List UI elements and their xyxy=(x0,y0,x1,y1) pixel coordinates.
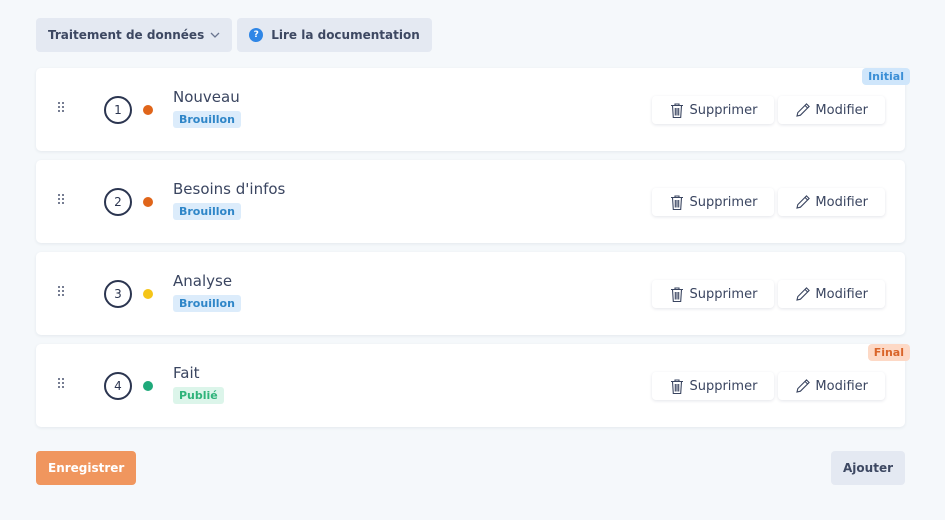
state-actions: Supprimer Modifier xyxy=(652,280,885,308)
state-actions: Supprimer Modifier xyxy=(652,96,885,124)
delete-button[interactable]: Supprimer xyxy=(652,188,775,216)
trash-icon xyxy=(671,286,684,302)
edit-button[interactable]: Modifier xyxy=(778,280,885,308)
pencil-icon xyxy=(796,195,811,209)
chevron-down-icon xyxy=(210,32,220,38)
add-button[interactable]: Ajouter xyxy=(831,451,905,485)
data-processing-dropdown[interactable]: Traitement de données xyxy=(36,18,233,52)
state-number: 4 xyxy=(104,372,132,400)
pencil-icon xyxy=(796,103,811,117)
state-name: Fait xyxy=(173,364,200,382)
drag-handle-icon[interactable] xyxy=(58,286,66,296)
status-badge: Brouillon xyxy=(173,295,241,312)
status-badge: Brouillon xyxy=(173,203,241,220)
state-actions: Supprimer Modifier xyxy=(652,188,885,216)
state-number: 2 xyxy=(104,188,132,216)
state-number: 1 xyxy=(104,96,132,124)
help-icon: ? xyxy=(249,28,264,42)
drag-handle-icon[interactable] xyxy=(58,102,66,112)
state-color-dot xyxy=(143,197,153,207)
edit-label: Modifier xyxy=(815,378,868,394)
drag-handle-icon[interactable] xyxy=(58,378,66,388)
trash-icon xyxy=(671,378,684,394)
edit-label: Modifier xyxy=(815,286,868,302)
state-color-dot xyxy=(143,105,153,115)
state-color-dot xyxy=(143,289,153,299)
state-name: Besoins d'infos xyxy=(173,180,286,198)
save-button[interactable]: Enregistrer xyxy=(36,451,137,485)
read-docs-button[interactable]: ? Lire la documentation xyxy=(237,18,432,52)
delete-button[interactable]: Supprimer xyxy=(652,280,775,308)
state-card: 4 Fait Publié Final Supprimer Modifier xyxy=(36,344,910,427)
state-name: Analyse xyxy=(173,272,233,290)
state-actions: Supprimer Modifier xyxy=(652,372,885,400)
data-processing-label: Traitement de données xyxy=(48,28,205,42)
state-number: 3 xyxy=(104,280,132,308)
pencil-icon xyxy=(796,287,811,301)
drag-handle-icon[interactable] xyxy=(58,194,66,204)
trash-icon xyxy=(671,102,684,118)
edit-label: Modifier xyxy=(815,194,868,210)
state-card: 1 Nouveau Brouillon Initial Supprimer Mo… xyxy=(36,68,910,151)
delete-button[interactable]: Supprimer xyxy=(652,372,775,400)
status-badge: Publié xyxy=(173,387,224,404)
delete-label: Supprimer xyxy=(689,102,758,118)
toolbar: Traitement de données ? Lire la document… xyxy=(36,18,432,52)
state-card: 2 Besoins d'infos Brouillon Supprimer Mo… xyxy=(36,160,905,243)
pencil-icon xyxy=(796,379,811,393)
final-tag: Final xyxy=(867,344,910,361)
state-name: Nouveau xyxy=(173,88,240,106)
read-docs-label: Lire la documentation xyxy=(271,28,420,42)
state-color-dot xyxy=(143,381,153,391)
edit-button[interactable]: Modifier xyxy=(778,96,885,124)
delete-label: Supprimer xyxy=(689,194,758,210)
delete-label: Supprimer xyxy=(689,378,758,394)
status-badge: Brouillon xyxy=(173,111,241,128)
trash-icon xyxy=(671,194,684,210)
edit-button[interactable]: Modifier xyxy=(778,188,885,216)
initial-tag: Initial xyxy=(862,68,910,85)
delete-label: Supprimer xyxy=(689,286,758,302)
state-card: 3 Analyse Brouillon Supprimer Modifier xyxy=(36,252,905,335)
edit-button[interactable]: Modifier xyxy=(778,372,885,400)
state-list: 1 Nouveau Brouillon Initial Supprimer Mo… xyxy=(36,68,910,436)
edit-label: Modifier xyxy=(815,102,868,118)
delete-button[interactable]: Supprimer xyxy=(652,96,775,124)
